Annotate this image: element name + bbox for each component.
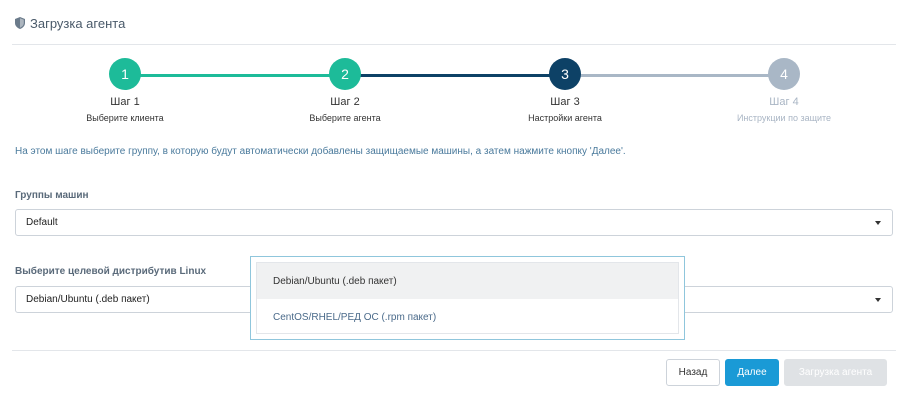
caret-down-icon — [875, 221, 881, 225]
step-1-title: Шаг 1 — [110, 96, 140, 108]
step-4-circle: 4 — [768, 58, 800, 90]
header-divider — [12, 44, 896, 45]
groups-select[interactable]: Default — [15, 209, 893, 236]
wizard-step-1[interactable]: 1 Шаг 1 Выберите клиента — [45, 58, 205, 123]
page-title: Загрузка агента — [30, 15, 126, 31]
step-1-circle: 1 — [109, 58, 141, 90]
dropdown-list: Debian/Ubuntu (.deb пакет) CentOS/RHEL/Р… — [256, 262, 679, 334]
step-1-subtitle: Выберите клиента — [86, 113, 164, 123]
shield-icon — [15, 17, 25, 29]
wizard-step-2[interactable]: 2 Шаг 2 Выберите агента — [265, 58, 425, 123]
next-button[interactable]: Далее — [725, 359, 779, 386]
wizard-progress: 1 Шаг 1 Выберите клиента 2 Шаг 2 Выберит… — [15, 58, 893, 128]
page-header: Загрузка агента — [15, 14, 125, 32]
wizard-step-4: 4 Шаг 4 Инструкции по защите — [704, 58, 864, 123]
instruction-text: На этом шаге выберите группу, в которую … — [15, 146, 626, 157]
step-2-circle: 2 — [329, 58, 361, 90]
step-2-title: Шаг 2 — [330, 96, 360, 108]
distro-dropdown: Debian/Ubuntu (.deb пакет) CentOS/RHEL/Р… — [250, 256, 685, 340]
groups-label: Группы машин — [15, 190, 89, 201]
step-2-subtitle: Выберите агента — [309, 113, 381, 123]
distro-label: Выберите целевой дистрибутив Linux — [15, 266, 207, 277]
step-4-title: Шаг 4 — [769, 96, 799, 108]
caret-down-icon — [875, 298, 881, 302]
dropdown-option-rpm[interactable]: CentOS/RHEL/РЕД ОС (.rpm пакет) — [257, 299, 678, 335]
wizard-step-3[interactable]: 3 Шаг 3 Настройки агента — [485, 58, 645, 123]
dropdown-option-deb[interactable]: Debian/Ubuntu (.deb пакет) — [257, 263, 678, 299]
back-button[interactable]: Назад — [666, 359, 720, 386]
step-3-circle: 3 — [549, 58, 581, 90]
step-3-subtitle: Настройки агента — [528, 113, 602, 123]
step-4-subtitle: Инструкции по защите — [736, 113, 832, 123]
groups-select-value: Default — [26, 217, 58, 228]
download-agent-button[interactable]: Загрузка агента — [784, 359, 887, 386]
footer-divider — [12, 350, 896, 351]
step-3-title: Шаг 3 — [550, 96, 580, 108]
distro-select-value: Debian/Ubuntu (.deb пакет) — [26, 294, 150, 305]
